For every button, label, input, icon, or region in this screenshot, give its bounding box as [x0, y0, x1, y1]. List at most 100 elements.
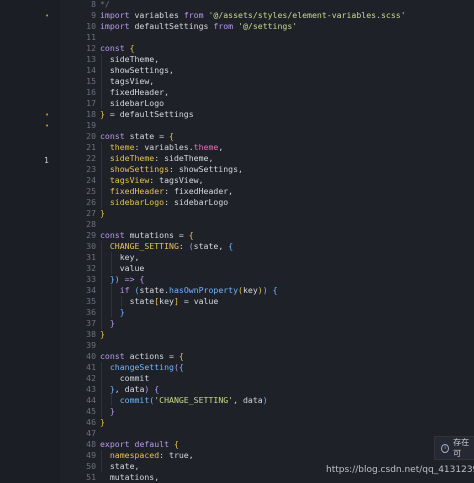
code-token: key,: [100, 252, 140, 262]
code-token: defaultSettings: [129, 21, 214, 31]
line-code: state,: [100, 461, 140, 472]
code-line: 25 fixedHeader: fixedHeader,: [60, 186, 474, 197]
code-token: {: [178, 351, 184, 361]
code-token: ,: [218, 142, 224, 152]
code-token: }: [100, 417, 105, 427]
code-token: {: [228, 241, 234, 251]
code-token: : tagsView,: [149, 175, 204, 185]
watermark: https://blog.csdn.net/qq_41312395: [326, 465, 474, 475]
code-token: const: [100, 230, 125, 240]
code-token: commit: [100, 373, 150, 383]
code-line: 21 theme: variables.theme,: [60, 142, 474, 153]
code-token: fixedHeader,: [100, 87, 170, 97]
line-number: 37: [86, 318, 96, 328]
line-number: 46: [86, 417, 96, 427]
line-number: 28: [86, 219, 96, 229]
code-line: 48 export default {: [60, 439, 474, 450]
code-token: {: [178, 362, 184, 372]
code-token: : variables.: [134, 142, 194, 152]
line-code: */: [100, 0, 110, 10]
line-number: 35: [86, 296, 96, 306]
code-line: 29 const mutations = {: [60, 230, 474, 241]
code-token: : true,: [159, 450, 194, 460]
line-number: 31: [86, 252, 96, 262]
code-line: 40 const actions = {: [60, 351, 474, 362]
code-token: mutations =: [124, 230, 189, 240]
code-line: 47: [60, 428, 474, 439]
code-token: '@/assets/styles/element-variables.scss': [208, 10, 406, 20]
code-line: 12 const {: [60, 43, 474, 54]
code-line: 11: [60, 32, 474, 43]
line-code: changeSetting({: [100, 362, 184, 373]
line-number: 22: [86, 153, 96, 163]
line-number: 17: [86, 98, 96, 108]
code-line: 36 }: [60, 307, 474, 318]
code-token: actions =: [124, 351, 179, 361]
breakpoint-marker-icon[interactable]: •: [45, 111, 49, 119]
line-code: fixedHeader,: [100, 87, 169, 98]
code-line: 26 sidebarLogo: sidebarLogo: [60, 197, 474, 208]
editor-gutter: • • • 1: [0, 0, 60, 483]
line-number: 36: [86, 307, 96, 317]
line-number: 39: [86, 340, 96, 350]
line-code: }, data) {: [100, 384, 159, 395]
code-token: {: [188, 230, 194, 240]
line-number: 32: [86, 263, 96, 273]
code-line: 43 }, data) {: [60, 384, 474, 395]
breakpoint-marker-icon[interactable]: •: [45, 122, 49, 130]
code-token: }: [119, 307, 125, 317]
breakpoint-marker-icon[interactable]: •: [45, 12, 49, 20]
line-code: mutations,: [100, 472, 159, 483]
code-line: 31 key,: [60, 252, 474, 263]
code-token: changeSetting: [109, 362, 174, 372]
line-number: 26: [86, 197, 96, 207]
code-token: = defaultSettings: [104, 109, 194, 119]
code-token: key: [159, 296, 174, 306]
line-code: showSettings: showSettings,: [100, 164, 243, 175]
line-code: if (state.hasOwnProperty(key)) {: [100, 285, 278, 296]
line-number: 50: [86, 461, 96, 471]
code-token: :: [178, 241, 189, 251]
code-token: variables: [129, 10, 184, 20]
code-token: from: [213, 21, 234, 31]
line-code: showSettings,: [100, 65, 174, 76]
code-token: state,: [193, 241, 229, 251]
line-code: const actions = {: [100, 351, 184, 362]
line-number: 47: [86, 428, 96, 438]
code-token: }: [109, 406, 115, 416]
code-token: if: [119, 285, 130, 295]
code-line: 34 if (state.hasOwnProperty(key)) {: [60, 285, 474, 296]
line-code: }: [100, 417, 105, 428]
line-number: 10: [86, 21, 96, 31]
line-number: 20: [86, 131, 96, 141]
code-line: 15 tagsView,: [60, 76, 474, 87]
code-line: 20 const state = {: [60, 131, 474, 142]
code-line: 28: [60, 219, 474, 230]
code-line: 19: [60, 120, 474, 131]
code-token: sidebarLogo: [109, 197, 165, 207]
line-number: 43: [86, 384, 96, 394]
code-token: , data: [114, 384, 145, 394]
code-token: import: [100, 10, 130, 20]
code-token: const: [100, 131, 125, 141]
line-code: tagsView,: [100, 76, 154, 87]
line-code: CHANGE_SETTING: (state, {: [100, 241, 233, 252]
code-editor[interactable]: 8 */ 9 import variables from '@/assets/styl…: [60, 0, 474, 483]
code-token: showSettings,: [100, 65, 174, 75]
notification-toast[interactable]: i 存在可: [434, 436, 474, 460]
code-token: export: [100, 439, 130, 449]
code-token: state.: [139, 285, 170, 295]
code-line: 49 namespaced: true,: [60, 450, 474, 461]
line-code: theme: variables.theme,: [100, 142, 223, 153]
code-token: {: [272, 285, 278, 295]
code-line: 10 import defaultSettings from '@/setting…: [60, 21, 474, 32]
code-token: = value: [178, 296, 219, 306]
line-number: 42: [86, 373, 96, 383]
line-number: 21: [86, 142, 96, 152]
code-token: showSettings: [109, 164, 170, 174]
